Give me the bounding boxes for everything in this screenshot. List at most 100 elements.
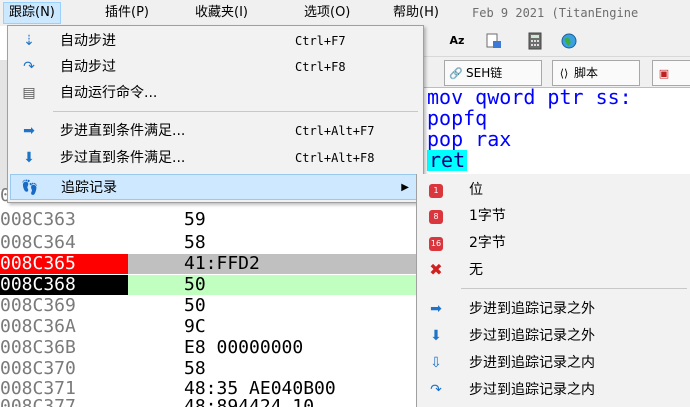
row-bytes: 50	[128, 275, 416, 295]
tab-strip: 🔗 SEH链 ⟨⟩ 脚本 ▣	[420, 57, 690, 88]
tab-seh-chain-label: SEH链	[466, 66, 503, 80]
trace-menu: ⇣ 自动步进 Ctrl+F7 ↷ 自动步过 Ctrl+F8 ▤ 自动运行命令..…	[7, 25, 424, 203]
menu-separator	[53, 111, 418, 112]
table-row[interactable]: 008C364 58	[0, 233, 416, 253]
menu-item-label: 步过直到条件满足...	[60, 150, 186, 166]
patch-icon[interactable]	[484, 32, 502, 50]
submenu-item-label: 位	[469, 182, 483, 198]
table-row[interactable]: 008C363 59	[0, 210, 416, 230]
submenu-item-step-over-in-record[interactable]: ↷ 步过到追踪记录之内	[417, 377, 690, 403]
menu-item-shortcut: Ctrl+F7	[295, 34, 346, 48]
row-bytes: 41:FFD2	[128, 254, 416, 274]
globe-icon[interactable]	[560, 32, 578, 50]
menu-item-label: 自动运行命令...	[60, 85, 158, 101]
menu-item-trace-over-condition[interactable]: ⬇ 步过直到条件满足... Ctrl+Alt+F8	[10, 145, 420, 171]
bit-icon: 1	[427, 182, 445, 198]
az-button[interactable]: Aᴢ	[448, 32, 466, 50]
submenu-item-step-into-in-record[interactable]: ⇩ 步进到追踪记录之内	[417, 350, 690, 376]
code-line-ret[interactable]: ret	[427, 150, 468, 171]
menu-help[interactable]: 帮助(H)	[388, 3, 444, 23]
submenu-item-label: 无	[469, 262, 483, 278]
submenu-item-step-into-out-of-record[interactable]: ➡ 步进到追踪记录之外	[417, 296, 690, 322]
row-bytes: 9C	[184, 316, 206, 337]
table-row-current[interactable]: 008C365 41:FFD2	[0, 254, 416, 274]
code-line[interactable]: pop rax	[427, 129, 690, 150]
row-bytes: 59	[184, 209, 206, 230]
submenu-item-label: 步过到追踪记录之外	[469, 328, 595, 344]
row-address: 008C370	[0, 358, 76, 379]
tab-notes[interactable]: ▣	[652, 60, 690, 86]
submenu-item-word[interactable]: 16 2字节	[417, 230, 690, 256]
row-bytes: 58	[184, 232, 206, 253]
tab-script-label: 脚本	[574, 66, 599, 80]
menu-item-animate-over[interactable]: ↷ 自动步过 Ctrl+F8	[10, 54, 420, 80]
step-over-arrow-icon: ⬇	[430, 328, 442, 344]
table-row-selected[interactable]: 008C368 50	[0, 275, 416, 295]
menu-item-label: 自动步进	[60, 33, 116, 49]
submenu-item-label: 1字节	[469, 208, 506, 224]
menu-item-trace-into-condition[interactable]: ➡ 步进直到条件满足... Ctrl+Alt+F7	[10, 118, 420, 144]
menu-favourites[interactable]: 收藏夹(I)	[190, 3, 253, 23]
animate-command-icon: ▤	[22, 85, 36, 101]
row-bytes: 48:35 AE040B00	[184, 378, 336, 399]
menu-item-shortcut: Ctrl+F8	[295, 60, 346, 74]
menu-trace[interactable]: 跟踪(N)	[3, 2, 61, 24]
seh-chain-icon: 🔗	[449, 67, 463, 80]
code-line[interactable]: popfq	[427, 108, 690, 129]
menu-item-label: 自动步过	[60, 59, 116, 75]
tab-script[interactable]: ⟨⟩ 脚本	[552, 60, 640, 86]
row-bytes: 58	[184, 358, 206, 379]
menu-item-label: 步进直到条件满足...	[60, 123, 186, 139]
code-line[interactable]: mov qword ptr ss:	[427, 87, 690, 108]
submenu-item-step-over-out-of-record[interactable]: ⬇ 步过到追踪记录之外	[417, 323, 690, 349]
row-address: 008C368	[0, 275, 128, 295]
submenu-item-label: 步进到追踪记录之外	[469, 301, 595, 317]
menu-item-shortcut: Ctrl+Alt+F8	[295, 151, 375, 165]
table-row[interactable]: 008C370 58	[0, 359, 416, 379]
menu-item-label: 追踪记录	[61, 180, 117, 196]
table-row[interactable]: 008C36B E8 00000000	[0, 338, 416, 358]
table-row[interactable]: 008C369 50	[0, 296, 416, 316]
table-row[interactable]: 008C371 48:35 AE040B00	[0, 379, 416, 399]
toolbar: Aᴢ	[420, 26, 690, 57]
menu-item-animate-command[interactable]: ▤ 自动运行命令...	[10, 80, 420, 106]
window-title: Feb 9 2021 (TitanEngine	[472, 6, 639, 20]
row-bytes: 50	[184, 295, 206, 316]
trace-record-submenu: 1 位 8 1字节 16 2字节 ✖ 无 ➡ 步进到追踪记录之外 ⬇ 步过到追踪…	[416, 174, 690, 407]
submenu-item-byte[interactable]: 8 1字节	[417, 203, 690, 229]
row-bytes: E8 00000000	[184, 337, 304, 358]
byte-icon: 8	[427, 208, 445, 224]
step-over-curve-icon: ↷	[430, 382, 442, 398]
row-address: 008C36B	[0, 337, 76, 358]
step-into-arrow-icon: ➡	[430, 301, 442, 317]
close-icon: ✖	[429, 260, 443, 279]
notes-icon: ▣	[658, 67, 670, 80]
row-address: 008C36A	[0, 316, 76, 337]
menu-item-trace-record[interactable]: 👣 追踪记录 ▶	[10, 174, 420, 200]
trace-into-condition-icon: ➡	[23, 123, 35, 139]
trace-record-icon: 👣	[21, 180, 39, 196]
submenu-item-label: 步进到追踪记录之内	[469, 355, 595, 371]
submenu-item-label: 步过到追踪记录之内	[469, 382, 595, 398]
menu-item-animate-into[interactable]: ⇣ 自动步进 Ctrl+F7	[10, 28, 420, 54]
row-address: 008C371	[0, 378, 76, 399]
row-address: 008C363	[0, 209, 76, 230]
table-row[interactable]: 008C37748:894424 10	[0, 397, 416, 407]
animate-into-icon: ⇣	[23, 33, 35, 49]
submenu-item-bit[interactable]: 1 位	[417, 177, 690, 203]
submenu-item-none[interactable]: ✖ 无	[417, 257, 690, 283]
row-address: 008C365	[0, 254, 128, 274]
row-bytes: 48:894424 10	[128, 397, 416, 407]
menu-options[interactable]: 选项(O)	[299, 3, 355, 23]
row-address: 008C364	[0, 232, 76, 253]
calculator-icon[interactable]	[526, 32, 544, 50]
script-icon: ⟨⟩	[559, 67, 569, 80]
tab-seh-chain[interactable]: 🔗 SEH链	[444, 60, 542, 86]
row-address: 008C369	[0, 295, 76, 316]
menu-plugins[interactable]: 插件(P)	[100, 3, 154, 23]
trace-over-condition-icon: ⬇	[23, 150, 35, 166]
table-row[interactable]: 008C36A 9C	[0, 317, 416, 337]
submenu-item-label: 2字节	[469, 235, 506, 251]
submenu-arrow-icon: ▶	[401, 182, 409, 193]
disassembly-view: mov qword ptr ss: popfq pop rax ret	[427, 87, 690, 171]
